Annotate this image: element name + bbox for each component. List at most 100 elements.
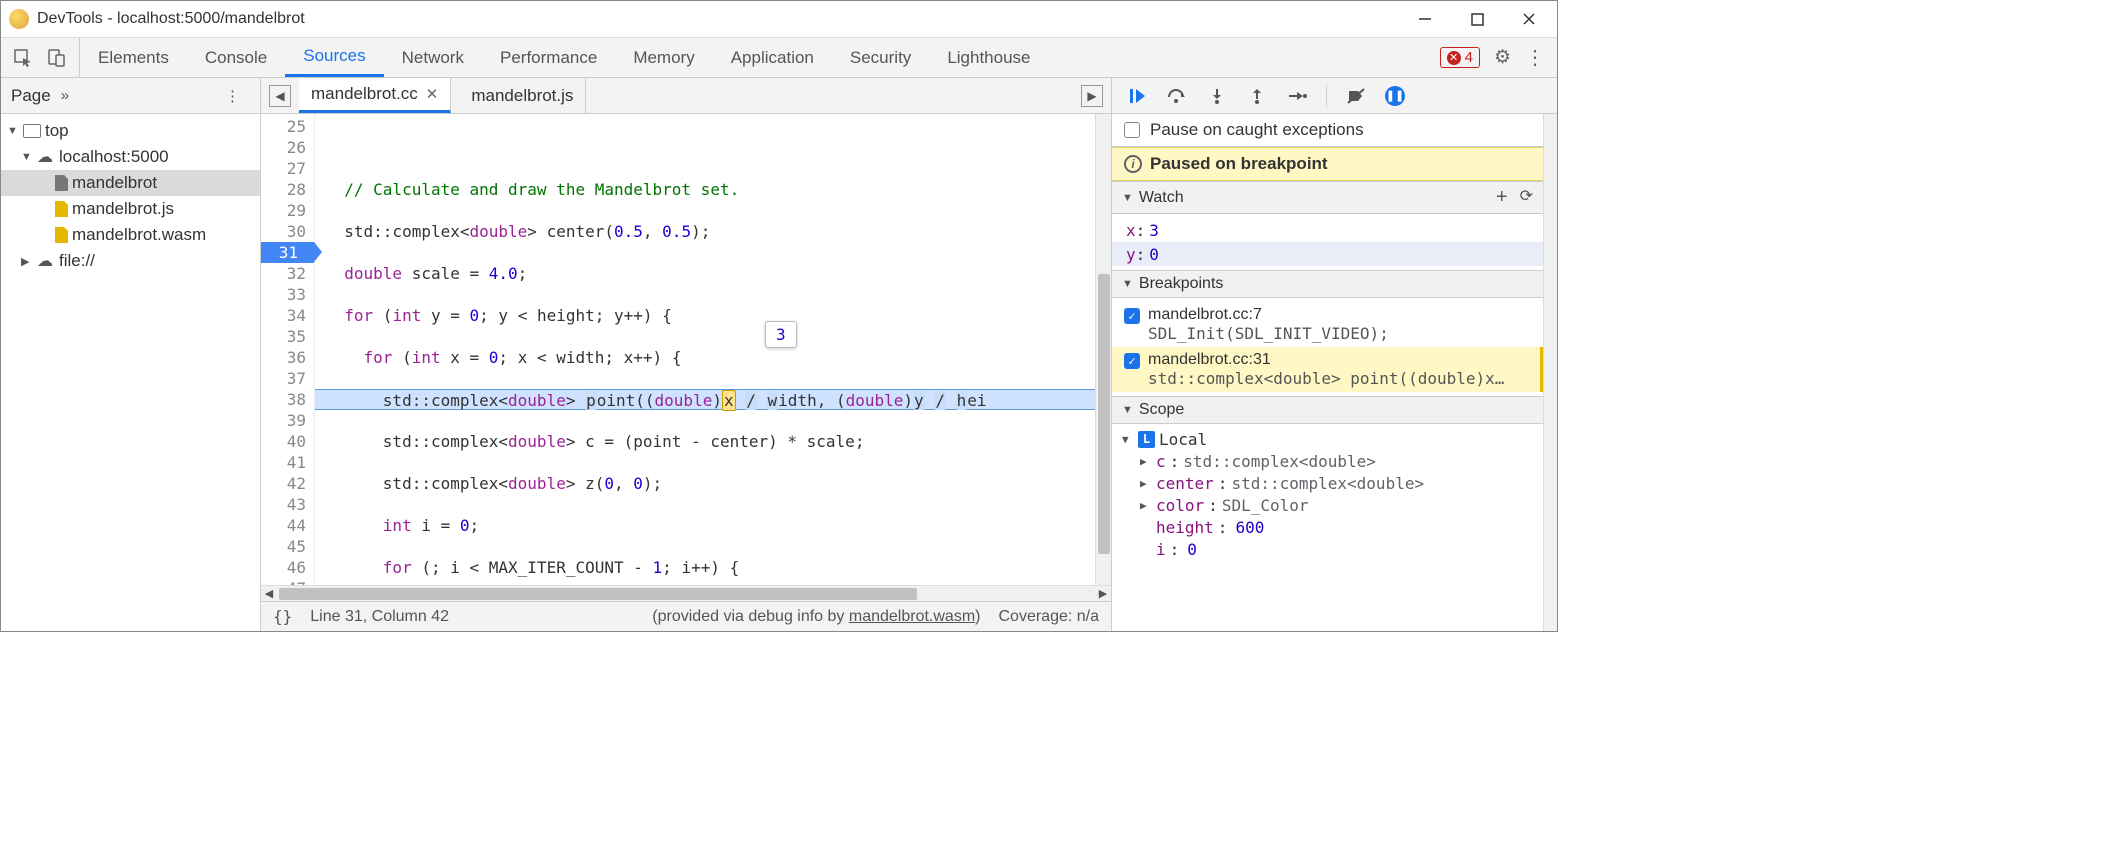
- pause-caught-checkbox[interactable]: [1124, 122, 1140, 138]
- devtools-window: DevTools - localhost:5000/mandelbrot Ele…: [0, 0, 1558, 632]
- editor-hscrollbar[interactable]: ◀▶: [261, 585, 1111, 601]
- tree-top[interactable]: ▼ top: [1, 118, 260, 144]
- step-button[interactable]: [1286, 85, 1308, 107]
- navigator-more-tabs-icon[interactable]: »: [61, 87, 69, 104]
- expand-icon: ▼: [1122, 433, 1134, 446]
- scope-var-i[interactable]: i: 0: [1140, 538, 1533, 560]
- tab-memory[interactable]: Memory: [615, 38, 712, 77]
- scope-header[interactable]: ▼ Scope: [1112, 396, 1543, 424]
- watch-item-x[interactable]: x: 3: [1112, 218, 1543, 242]
- tab-elements[interactable]: Elements: [80, 38, 187, 77]
- collapse-icon: ▼: [1122, 278, 1133, 290]
- collapse-icon: ▼: [1122, 192, 1133, 204]
- file-icon: [55, 175, 68, 191]
- tree-origin-label: localhost:5000: [59, 147, 169, 167]
- scope-var-color[interactable]: ▶color: SDL_Color: [1140, 494, 1533, 516]
- step-into-button[interactable]: [1206, 85, 1228, 107]
- add-watch-icon[interactable]: +: [1496, 186, 1508, 209]
- device-toggle-icon[interactable]: [47, 48, 67, 68]
- breakpoints-body: ✓ mandelbrot.cc:7 SDL_Init(SDL_INIT_VIDE…: [1112, 298, 1543, 396]
- breakpoint-item[interactable]: ✓ mandelbrot.cc:7 SDL_Init(SDL_INIT_VIDE…: [1112, 302, 1543, 347]
- editor-tab-mandelbrot-cc[interactable]: mandelbrot.cc ✕: [299, 78, 451, 113]
- watch-item-y[interactable]: y: 0: [1112, 242, 1543, 266]
- panel-tabs: Elements Console Sources Network Perform…: [80, 38, 1428, 77]
- watch-header[interactable]: ▼ Watch + ⟳: [1112, 181, 1543, 214]
- tree-top-label: top: [45, 121, 69, 141]
- minimize-button[interactable]: [1413, 7, 1437, 31]
- editor-statusbar: {} Line 31, Column 42 (provided via debu…: [261, 601, 1111, 631]
- deactivate-breakpoints-button[interactable]: [1345, 85, 1367, 107]
- code-editor[interactable]: 2526272829303132333435363738394041424344…: [261, 114, 1111, 585]
- step-over-button[interactable]: [1166, 85, 1188, 107]
- frame-icon: [23, 124, 41, 138]
- breakpoint-item-active[interactable]: ✓ mandelbrot.cc:31 std::complex<double> …: [1112, 347, 1543, 392]
- scope-local[interactable]: ▼ L Local: [1122, 428, 1533, 450]
- breakpoints-title: Breakpoints: [1139, 275, 1224, 293]
- settings-gear-icon[interactable]: ⚙: [1494, 46, 1511, 69]
- more-menu-icon[interactable]: ⋮: [1525, 45, 1545, 70]
- tab-lighthouse[interactable]: Lighthouse: [929, 38, 1048, 77]
- scope-var-height[interactable]: height: 600: [1140, 516, 1533, 538]
- breakpoint-checkbox[interactable]: ✓: [1124, 308, 1140, 324]
- cloud-icon: ☁: [37, 147, 53, 167]
- tab-security[interactable]: Security: [832, 38, 929, 77]
- scope-var-center[interactable]: ▶center: std::complex<double>: [1140, 472, 1533, 494]
- main-toolbar: Elements Console Sources Network Perform…: [1, 38, 1557, 78]
- scope-local-label: Local: [1159, 430, 1207, 449]
- line-gutter[interactable]: 2526272829303132333435363738394041424344…: [261, 114, 315, 585]
- resume-button[interactable]: [1126, 85, 1148, 107]
- editor-tabs: ◀ mandelbrot.cc ✕ mandelbrot.js ▶: [261, 78, 1111, 114]
- debug-info-source: (provided via debug info by mandelbrot.w…: [652, 608, 980, 626]
- pretty-print-icon[interactable]: {}: [273, 607, 292, 626]
- cloud-icon: ☁: [37, 251, 53, 271]
- tab-sources[interactable]: Sources: [285, 38, 383, 77]
- coverage-info: Coverage: n/a: [998, 608, 1099, 626]
- navigator-sidebar: Page » ⋮ ▼ top ▼ ☁ localhost:5000 mandel…: [1, 78, 261, 631]
- pause-caught-label: Pause on caught exceptions: [1150, 120, 1364, 140]
- execution-line: std::complex<double> point((double)x / w…: [315, 389, 1095, 410]
- pause-caught-row[interactable]: Pause on caught exceptions: [1112, 114, 1543, 147]
- navigator-menu-icon[interactable]: ⋮: [225, 87, 240, 105]
- refresh-watch-icon[interactable]: ⟳: [1520, 186, 1533, 209]
- right-panel-scrollbar[interactable]: [1543, 114, 1557, 631]
- nav-forward-icon[interactable]: ▶: [1081, 85, 1103, 107]
- tab-network[interactable]: Network: [384, 38, 482, 77]
- hover-tooltip: 3: [765, 321, 797, 348]
- step-out-button[interactable]: [1246, 85, 1268, 107]
- tab-performance[interactable]: Performance: [482, 38, 615, 77]
- tree-file-origin-label: file://: [59, 251, 95, 271]
- pause-on-exceptions-button[interactable]: ❚❚: [1385, 86, 1405, 106]
- info-icon: i: [1124, 155, 1142, 173]
- scope-body: ▼ L Local ▶c: std::complex<double> ▶cent…: [1112, 424, 1543, 564]
- debug-info-link[interactable]: mandelbrot.wasm: [849, 608, 975, 625]
- close-tab-icon[interactable]: ✕: [426, 85, 439, 103]
- tree-file-mandelbrot[interactable]: mandelbrot: [1, 170, 260, 196]
- error-count-badge[interactable]: ✕ 4: [1440, 47, 1480, 68]
- navigator-tab-page[interactable]: Page: [11, 86, 51, 106]
- file-icon: [55, 227, 68, 243]
- debug-toolbar: ❚❚: [1112, 78, 1557, 114]
- tree-file-mandelbrot-js[interactable]: mandelbrot.js: [1, 196, 260, 222]
- breakpoint-checkbox[interactable]: ✓: [1124, 353, 1140, 369]
- tree-origin[interactable]: ▼ ☁ localhost:5000: [1, 144, 260, 170]
- tree-file-origin[interactable]: ▶ ☁ file://: [1, 248, 260, 274]
- inspect-element-icon[interactable]: [13, 48, 33, 68]
- breakpoint-marker[interactable]: 31: [261, 242, 314, 263]
- scope-var-c[interactable]: ▶c: std::complex<double>: [1140, 450, 1533, 472]
- scope-title: Scope: [1139, 401, 1184, 419]
- code-body[interactable]: // Calculate and draw the Mandelbrot set…: [315, 114, 1095, 585]
- maximize-button[interactable]: [1465, 7, 1489, 31]
- collapse-icon: ▼: [1122, 404, 1133, 416]
- tree-file-mandelbrot-wasm[interactable]: mandelbrot.wasm: [1, 222, 260, 248]
- tab-console[interactable]: Console: [187, 38, 285, 77]
- tab-application[interactable]: Application: [713, 38, 832, 77]
- watch-title: Watch: [1139, 189, 1184, 207]
- nav-back-icon[interactable]: ◀: [269, 85, 291, 107]
- window-title: DevTools - localhost:5000/mandelbrot: [37, 10, 1413, 28]
- close-button[interactable]: [1517, 7, 1541, 31]
- breakpoints-header[interactable]: ▼ Breakpoints: [1112, 270, 1543, 298]
- editor-tab-label: mandelbrot.cc: [311, 84, 418, 104]
- editor-vscrollbar[interactable]: [1095, 114, 1111, 585]
- main-content: Page » ⋮ ▼ top ▼ ☁ localhost:5000 mandel…: [1, 78, 1557, 631]
- editor-tab-mandelbrot-js[interactable]: mandelbrot.js: [459, 78, 586, 113]
